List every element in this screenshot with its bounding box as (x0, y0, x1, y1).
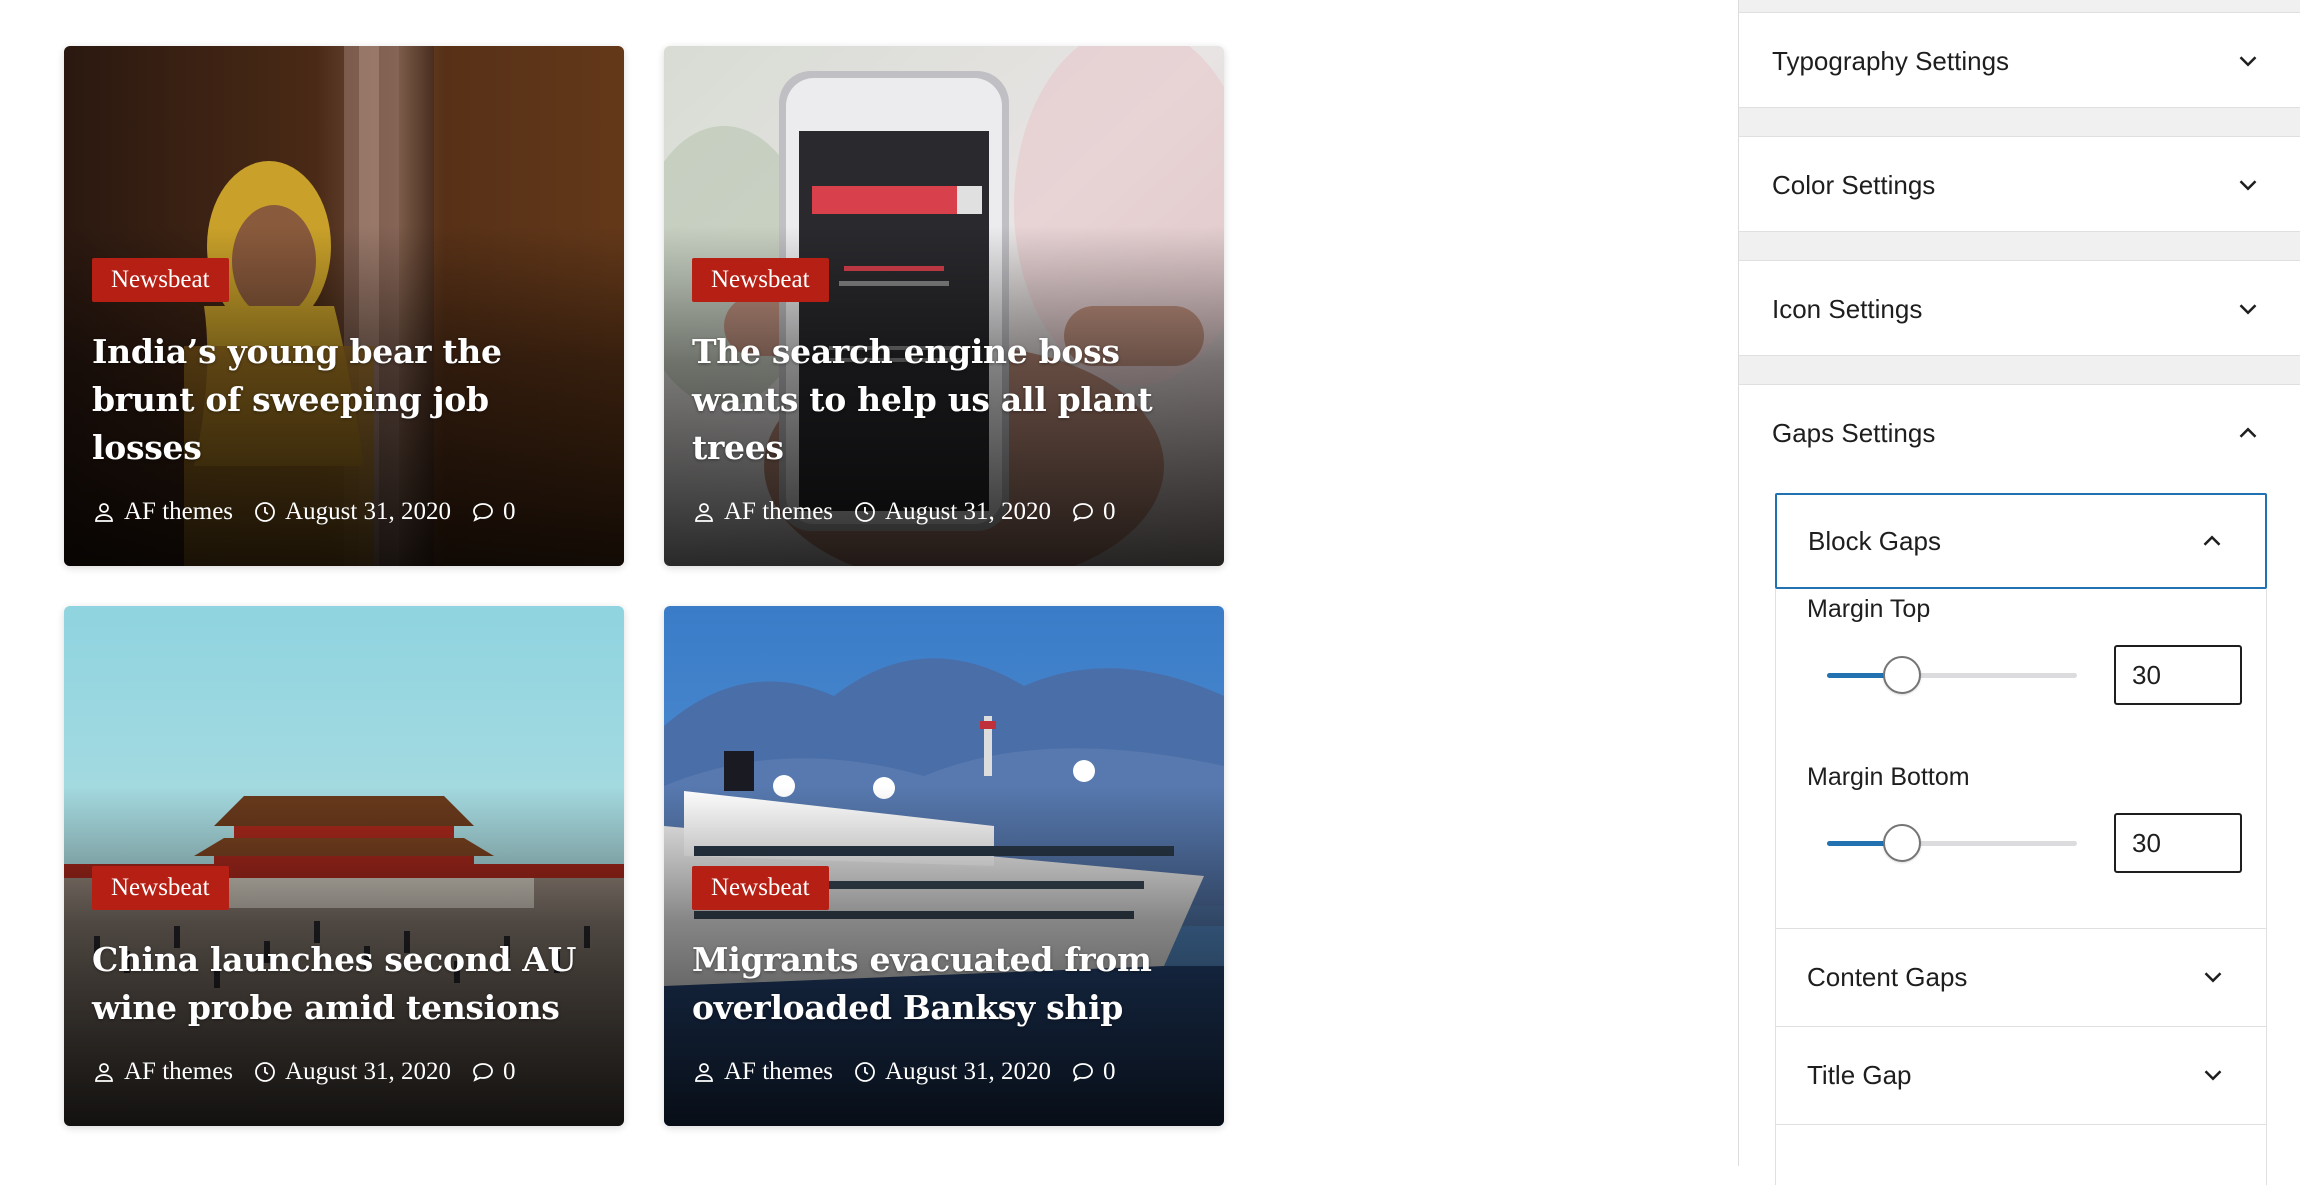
user-icon (95, 503, 113, 522)
subpanel-toggle-title-gap[interactable]: Title Gap (1776, 1027, 2266, 1123)
panel-title: Icon Settings (1772, 293, 1923, 324)
chevron-up-icon (2239, 427, 2257, 438)
margin-top-slider[interactable] (1827, 655, 2077, 695)
panel-gaps-settings: Gaps Settings Block Gaps Margin Top Marg… (1739, 384, 2300, 1185)
category-badge[interactable]: Newsbeat (692, 258, 829, 302)
slider-thumb[interactable] (1883, 656, 1921, 694)
panel-icon-settings: Icon Settings (1739, 260, 2300, 356)
subpanel-title-gap: Title Gap (1775, 1027, 2267, 1125)
margin-bottom-input[interactable] (2114, 813, 2242, 873)
post-title[interactable]: Migrants evacuated from overloaded Banks… (692, 936, 1196, 1032)
category-badge[interactable]: Newsbeat (92, 258, 229, 302)
panel-color-settings: Color Settings (1739, 136, 2300, 232)
post-comments-count[interactable]: 0 (1103, 498, 1116, 526)
subpanel-title: Title Gap (1807, 1059, 1912, 1090)
subpanel-title: Content Gaps (1807, 961, 1968, 992)
comment-icon (473, 1063, 493, 1082)
margin-top-label: Margin Top (1807, 595, 1931, 623)
margin-bottom-slider[interactable] (1827, 823, 2077, 863)
post-title[interactable]: China launches second AU wine probe amid… (92, 936, 596, 1032)
user-icon (95, 1063, 113, 1082)
post-card[interactable]: Newsbeat Migrants evacuated from overloa… (664, 606, 1224, 1126)
panel-title: Gaps Settings (1772, 417, 1936, 448)
comment-icon (1073, 1063, 1093, 1082)
margin-top-input[interactable] (2114, 645, 2242, 705)
comment-icon (1073, 503, 1093, 522)
post-date: August 31, 2020 (285, 1058, 452, 1085)
subpanel-toggle-content-gaps[interactable]: Content Gaps (1776, 929, 2266, 1025)
subpanel-title: Block Gaps (1808, 525, 1941, 556)
panel-toggle-icon[interactable]: Icon Settings (1739, 261, 2300, 357)
chevron-down-icon (2239, 56, 2257, 67)
user-icon (695, 1063, 713, 1082)
post-title[interactable]: India’s young bear the brunt of sweeping… (92, 328, 596, 472)
subpanel-content-gaps: Content Gaps (1775, 929, 2267, 1027)
panel-title: Color Settings (1772, 169, 1936, 200)
clock-icon (255, 1062, 275, 1082)
slider-thumb[interactable] (1883, 824, 1921, 862)
category-badge[interactable]: Newsbeat (92, 866, 229, 910)
subpanel-toggle-block-gaps[interactable]: Block Gaps (1775, 493, 2267, 589)
chevron-down-icon (2239, 304, 2257, 315)
post-author[interactable]: AF themes (124, 498, 233, 526)
post-meta: AF themes August 31, 2020 0 (692, 498, 1196, 526)
clock-icon (255, 502, 275, 522)
chevron-down-icon (2239, 180, 2257, 191)
margin-bottom-label: Margin Bottom (1807, 763, 1970, 791)
user-icon (695, 503, 713, 522)
post-grid: Newsbeat India’s young bear the brunt of… (64, 46, 1224, 1126)
panel-toggle-typography[interactable]: Typography Settings (1739, 13, 2300, 109)
post-meta: AF themes August 31, 2020 0 (92, 498, 596, 526)
chevron-up-icon (2203, 535, 2221, 546)
post-card[interactable]: Newsbeat India’s young bear the brunt of… (64, 46, 624, 566)
clock-icon (855, 1062, 875, 1082)
panel-toggle-color[interactable]: Color Settings (1739, 137, 2300, 233)
post-comments-count[interactable]: 0 (503, 1058, 516, 1086)
post-author[interactable]: AF themes (724, 498, 833, 526)
clock-icon (855, 502, 875, 522)
post-card[interactable]: Newsbeat The search engine boss wants to… (664, 46, 1224, 566)
block-gaps-body: Margin Top Margin Bottom (1775, 589, 2267, 929)
block-settings-sidebar: Typography Settings Color Settings Icon … (1738, 0, 2300, 1185)
post-date: August 31, 2020 (285, 498, 452, 525)
post-title[interactable]: The search engine boss wants to help us … (692, 328, 1196, 472)
post-meta: AF themes August 31, 2020 0 (92, 1058, 596, 1086)
post-date: August 31, 2020 (885, 498, 1052, 525)
category-badge[interactable]: Newsbeat (692, 866, 829, 910)
panel-typography-settings: Typography Settings (1739, 12, 2300, 108)
chevron-down-icon (2204, 972, 2222, 983)
post-date: August 31, 2020 (885, 1058, 1052, 1085)
post-comments-count[interactable]: 0 (1103, 1058, 1116, 1086)
post-card[interactable]: Newsbeat China launches second AU wine p… (64, 606, 624, 1126)
post-author[interactable]: AF themes (724, 1058, 833, 1086)
subpanel-next (1775, 1125, 2267, 1185)
panel-toggle-gaps[interactable]: Gaps Settings (1739, 385, 2300, 481)
panel-title: Typography Settings (1772, 45, 2010, 76)
post-author[interactable]: AF themes (124, 1058, 233, 1086)
post-comments-count[interactable]: 0 (503, 498, 516, 526)
chevron-down-icon (2204, 1070, 2222, 1081)
post-meta: AF themes August 31, 2020 0 (692, 1058, 1196, 1086)
comment-icon (473, 503, 493, 522)
